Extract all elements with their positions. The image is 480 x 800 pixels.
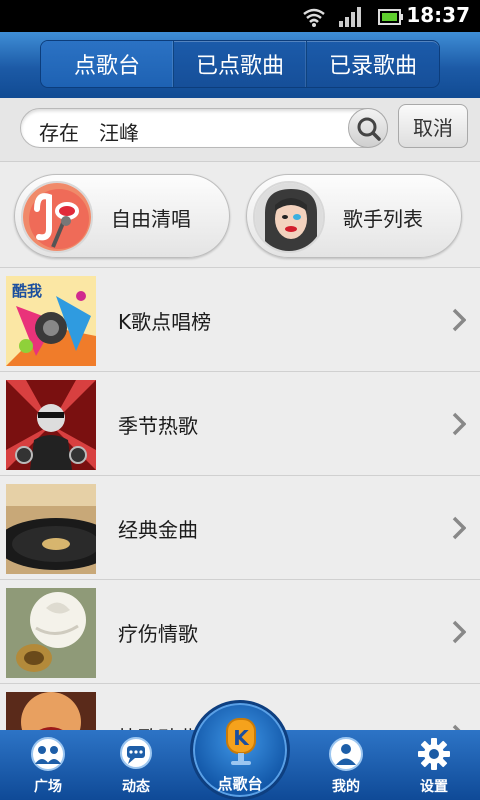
list-item-title: 经典金曲 [118, 518, 198, 542]
chevron-right-icon [452, 620, 466, 644]
search-input[interactable]: 存在 汪峰 [20, 108, 388, 148]
nav-plaza-label: 广场 [34, 779, 62, 795]
classic-hits-thumbnail [6, 484, 96, 574]
group-icon [31, 737, 65, 771]
healing-songs-thumbnail [6, 588, 96, 678]
nav-song-station-label: 点歌台 [217, 775, 263, 793]
nav-plaza[interactable]: 广场 [8, 730, 88, 800]
app-root: 18:37 点歌台 已点歌曲 已录歌曲 存在 汪峰 取消 自由清唱 歌手列表 酷… [0, 0, 480, 800]
list-item[interactable]: 疗伤情歌 [0, 580, 480, 684]
singer-list-avatar [253, 181, 325, 253]
list-item-title: 疗伤情歌 [118, 622, 198, 646]
search-button[interactable] [348, 108, 388, 148]
chevron-right-icon [452, 516, 466, 540]
singer-list-label: 歌手列表 [343, 207, 423, 231]
nav-settings-label: 设置 [420, 779, 448, 795]
tab-bar: 点歌台 已点歌曲 已录歌曲 [40, 40, 440, 88]
battery-icon [378, 9, 403, 25]
list-item[interactable]: 酷我 K歌点唱榜 [0, 268, 480, 372]
chevron-right-icon [452, 412, 466, 436]
search-bar: 存在 汪峰 取消 [0, 98, 480, 162]
list-item[interactable]: 经典金曲 [0, 476, 480, 580]
chat-bubble-icon [120, 737, 152, 769]
search-query: 存在 汪峰 [39, 121, 139, 145]
nav-activity-label: 动态 [122, 779, 150, 795]
nav-settings[interactable]: 设置 [394, 730, 474, 800]
svg-text:K: K [233, 726, 250, 750]
free-sing-avatar [21, 181, 93, 253]
free-sing-label: 自由清唱 [111, 207, 191, 231]
status-time: 18:37 [406, 3, 470, 27]
cancel-button[interactable]: 取消 [398, 104, 468, 148]
tab-song-station[interactable]: 点歌台 [41, 41, 174, 87]
quick-actions: 自由清唱 歌手列表 [0, 162, 480, 268]
nav-mine-label: 我的 [332, 779, 360, 795]
kuwo-thumb-text: 酷我 [12, 282, 42, 300]
header: 点歌台 已点歌曲 已录歌曲 [0, 32, 480, 98]
seasonal-hits-thumbnail [6, 380, 96, 470]
chevron-right-icon [452, 308, 466, 332]
singer-list-button[interactable]: 歌手列表 [246, 174, 462, 258]
tab-requested-songs[interactable]: 已点歌曲 [174, 41, 307, 87]
nav-activity[interactable]: 动态 [96, 730, 176, 800]
list-item-title: 季节热歌 [118, 414, 198, 438]
user-icon [329, 737, 363, 771]
wifi-icon [303, 8, 325, 27]
gear-icon [418, 738, 450, 770]
signal-icon [339, 7, 361, 27]
nav-song-station[interactable]: K 点歌台 [190, 700, 290, 800]
kuwo-chart-thumbnail: 酷我 [6, 276, 96, 366]
search-icon [357, 117, 381, 141]
nav-mine[interactable]: 我的 [306, 730, 386, 800]
microphone-k-icon: K [226, 718, 256, 765]
list-item-title: K歌点唱榜 [118, 310, 212, 334]
status-bar: 18:37 [0, 0, 480, 32]
free-sing-button[interactable]: 自由清唱 [14, 174, 230, 258]
list-item[interactable]: 季节热歌 [0, 372, 480, 476]
tab-recorded-songs[interactable]: 已录歌曲 [307, 41, 439, 87]
